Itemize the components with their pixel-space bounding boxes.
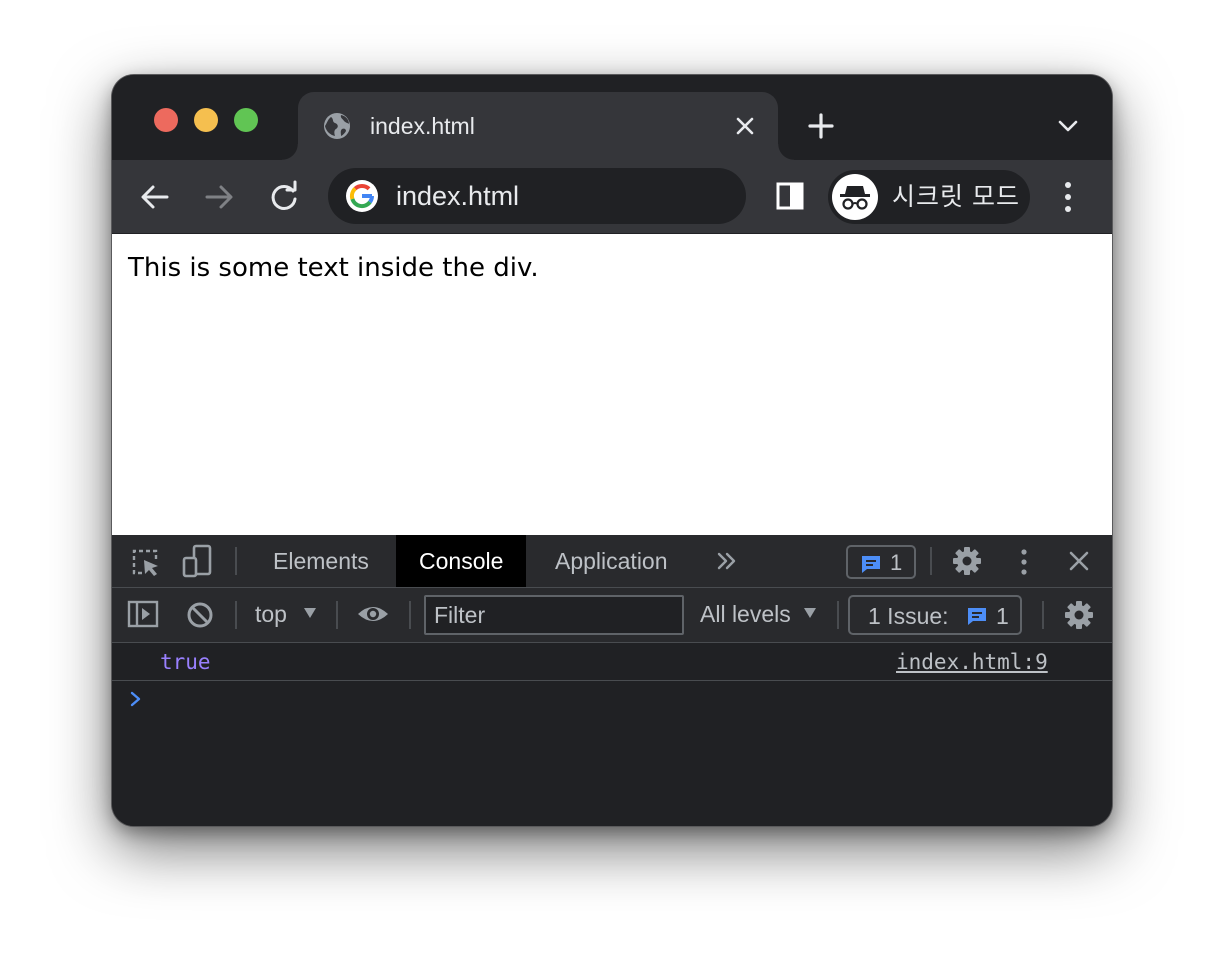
inspect-element-icon[interactable] xyxy=(130,547,160,577)
page-viewport: This is some text inside the div. xyxy=(112,234,1112,535)
message-icon xyxy=(862,556,880,573)
toolbar-divider xyxy=(1042,601,1044,629)
message-icon xyxy=(968,608,986,625)
filter-field[interactable] xyxy=(424,595,684,635)
eye-icon[interactable] xyxy=(356,602,390,626)
close-window-button[interactable] xyxy=(154,108,178,132)
reload-icon[interactable] xyxy=(267,180,301,214)
toolbar-divider xyxy=(336,601,338,629)
issues-badge[interactable]: 1 xyxy=(846,545,916,579)
tab-console[interactable]: Console xyxy=(396,535,527,587)
google-logo-icon xyxy=(346,180,378,212)
page-body-text: This is some text inside the div. xyxy=(128,253,539,283)
console-message-row: true index.html:9 xyxy=(112,643,1112,681)
tab-strip: index.html xyxy=(112,75,1112,160)
browser-toolbar: index.html 시크릿 모드 xyxy=(112,160,1112,234)
avatar xyxy=(832,174,878,220)
toolbar-divider xyxy=(930,547,932,575)
issues-label: 1 Issue: xyxy=(868,603,949,629)
console-prompt[interactable] xyxy=(112,681,1112,721)
toolbar-divider xyxy=(235,601,237,629)
incognito-indicator[interactable]: 시크릿 모드 xyxy=(828,170,1030,224)
devtools-menu-icon[interactable] xyxy=(1012,547,1036,577)
toolbar-divider xyxy=(235,547,237,575)
log-levels-dropdown[interactable]: All levels xyxy=(700,600,791,628)
caret-down-icon xyxy=(804,608,816,618)
zoom-window-button[interactable] xyxy=(234,108,258,132)
close-devtools-icon[interactable] xyxy=(1068,550,1090,572)
console-settings-gear-icon[interactable] xyxy=(1064,600,1094,630)
settings-gear-icon[interactable] xyxy=(952,546,982,576)
tab-application[interactable]: Application xyxy=(532,535,691,587)
back-arrow-icon[interactable] xyxy=(138,180,172,214)
tab-title: index.html xyxy=(370,113,475,139)
clear-console-icon[interactable] xyxy=(186,601,214,629)
more-options-icon[interactable] xyxy=(1056,178,1080,216)
globe-icon xyxy=(324,113,350,139)
devtools-tab-bar: Elements Console Application 1 xyxy=(112,535,1112,588)
log-source-link[interactable]: index.html:9 xyxy=(896,649,1048,675)
issues-count: 1 xyxy=(996,603,1009,629)
toolbar-divider xyxy=(409,601,411,629)
tab-elements[interactable]: Elements xyxy=(250,535,392,587)
address-bar[interactable]: index.html xyxy=(328,168,746,224)
browser-window: index.html index.html 시크릿 모드 This is som… xyxy=(112,75,1112,826)
prompt-chevron-icon xyxy=(130,691,141,707)
incognito-label: 시크릿 모드 xyxy=(892,183,1020,211)
new-tab-plus-icon[interactable] xyxy=(806,111,836,141)
caret-down-icon xyxy=(304,608,316,618)
incognito-icon xyxy=(840,186,870,210)
console-toolbar: top All levels 1 Issue: xyxy=(112,588,1112,643)
close-tab-icon[interactable] xyxy=(734,115,756,137)
chevron-down-icon[interactable] xyxy=(1056,115,1080,137)
device-toolbar-icon[interactable] xyxy=(182,544,214,578)
issues-badge-count: 1 xyxy=(890,550,903,575)
more-tabs-chevrons-icon[interactable] xyxy=(716,551,738,571)
show-sidebar-icon[interactable] xyxy=(127,599,159,629)
browser-tab[interactable]: index.html xyxy=(282,92,794,160)
url-text: index.html xyxy=(396,181,520,211)
log-value: true xyxy=(160,650,211,674)
forward-arrow-icon[interactable] xyxy=(202,180,236,214)
side-panel-icon[interactable] xyxy=(775,181,805,211)
issues-button[interactable]: 1 Issue: 1 xyxy=(848,595,1022,635)
filter-input[interactable] xyxy=(426,597,682,633)
toolbar-divider xyxy=(837,601,839,629)
minimize-window-button[interactable] xyxy=(194,108,218,132)
context-selector[interactable]: top xyxy=(255,600,287,628)
devtools-panel: Elements Console Application 1 top Filte… xyxy=(112,535,1112,826)
